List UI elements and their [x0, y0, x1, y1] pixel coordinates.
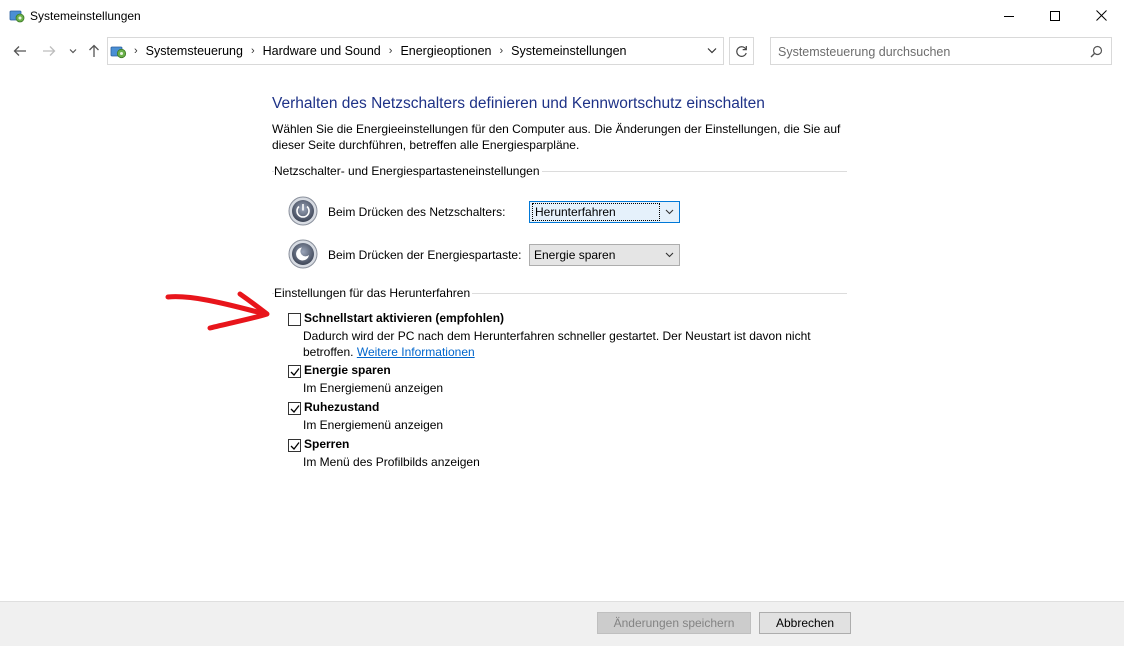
hibernate-menu-checkbox[interactable]: [288, 402, 301, 415]
checkmark-icon: [290, 405, 300, 413]
up-button[interactable]: [85, 42, 103, 60]
power-button-action-select[interactable]: Herunterfahren: [529, 201, 680, 223]
breadcrumb-item-systemeinstellungen[interactable]: Systemeinstellungen: [511, 44, 626, 58]
power-button-icon: [288, 196, 318, 226]
hibernate-menu-title: Ruhezustand: [304, 400, 380, 414]
breadcrumb-separator-icon: ›: [250, 45, 255, 57]
lock-menu-title: Sperren: [304, 437, 350, 451]
maximize-icon: [1050, 10, 1060, 21]
address-history-chevron-icon[interactable]: [707, 47, 717, 54]
title-bar: Systemeinstellungen: [0, 0, 1124, 32]
power-button-action-value: Herunterfahren: [532, 203, 660, 221]
checkmark-icon: [290, 368, 300, 376]
fast-startup-checkbox[interactable]: [288, 313, 301, 326]
sleep-button-label: Beim Drücken der Energiespartaste:: [328, 248, 522, 262]
sleep-menu-title: Energie sparen: [304, 363, 391, 377]
breadcrumb-item-systemsteuerung[interactable]: Systemsteuerung: [146, 44, 243, 58]
section-heading-shutdown: Einstellungen für das Herunterfahren: [274, 286, 473, 300]
sleep-button-icon: [288, 239, 318, 269]
control-panel-icon: [110, 46, 127, 59]
page-title: Verhalten des Netzschalters definieren u…: [272, 95, 765, 112]
breadcrumb: › Systemsteuerung › Hardware und Sound ›…: [130, 44, 627, 58]
breadcrumb-separator-icon: ›: [499, 45, 504, 57]
control-panel-app-icon: [9, 10, 25, 23]
footer-bar: Änderungen speichern Abbrechen: [0, 602, 1124, 646]
chevron-down-icon: [659, 252, 679, 258]
fast-startup-description-line1: Dadurch wird der PC nach dem Herunterfah…: [303, 329, 811, 343]
chevron-down-icon: [660, 209, 679, 215]
sleep-button-action-select[interactable]: Energie sparen: [529, 244, 680, 266]
breadcrumb-separator-icon: ›: [388, 45, 393, 57]
sleep-menu-description: Im Energiemenü anzeigen: [303, 381, 444, 395]
close-button[interactable]: [1078, 0, 1124, 31]
arrow-right-icon: [43, 46, 56, 56]
more-info-link[interactable]: Weitere Informationen: [357, 345, 475, 359]
section-heading-buttons: Netzschalter- und Energiespartasteneinst…: [274, 164, 542, 178]
minimize-button[interactable]: [986, 0, 1032, 31]
window-title: Systemeinstellungen: [30, 9, 141, 23]
red-arrow-annotation-icon: [165, 291, 270, 331]
sleep-menu-checkbox[interactable]: [288, 365, 301, 378]
fast-startup-description: Dadurch wird der PC nach dem Herunterfah…: [303, 328, 843, 360]
lock-menu-description: Im Menü des Profilbilds anzeigen: [303, 455, 480, 469]
back-button[interactable]: [11, 42, 29, 60]
fast-startup-title: Schnellstart aktivieren (empfohlen): [304, 311, 505, 325]
arrow-left-icon: [13, 46, 26, 56]
minimize-icon: [1004, 15, 1014, 17]
refresh-icon: [736, 45, 747, 57]
arrow-up-icon: [89, 44, 99, 57]
power-button-label: Beim Drücken des Netzschalters:: [328, 205, 506, 219]
search-box: [770, 37, 1112, 65]
chevron-down-icon: [69, 49, 77, 54]
fast-startup-description-line2: betroffen.: [303, 345, 354, 359]
lock-menu-checkbox[interactable]: [288, 439, 301, 452]
search-input[interactable]: [778, 43, 1078, 60]
address-bar[interactable]: › Systemsteuerung › Hardware und Sound ›…: [107, 37, 724, 65]
recent-locations-button[interactable]: [64, 42, 82, 60]
breadcrumb-item-hardware-und-sound[interactable]: Hardware und Sound: [263, 44, 381, 58]
sleep-button-action-value: Energie sparen: [534, 248, 616, 262]
close-icon: [1095, 10, 1107, 21]
save-changes-button[interactable]: Änderungen speichern: [597, 612, 751, 634]
cancel-button[interactable]: Abbrechen: [759, 612, 851, 634]
refresh-button[interactable]: [729, 37, 754, 65]
maximize-button[interactable]: [1032, 0, 1078, 31]
search-icon[interactable]: [1090, 45, 1103, 58]
page-description: Wählen Sie die Energieeinstellungen für …: [272, 122, 841, 152]
forward-button[interactable]: [40, 42, 58, 60]
breadcrumb-item-energieoptionen[interactable]: Energieoptionen: [400, 44, 491, 58]
hibernate-menu-description: Im Energiemenü anzeigen: [303, 418, 444, 432]
checkmark-icon: [290, 442, 300, 450]
breadcrumb-separator-icon: ›: [134, 45, 138, 57]
